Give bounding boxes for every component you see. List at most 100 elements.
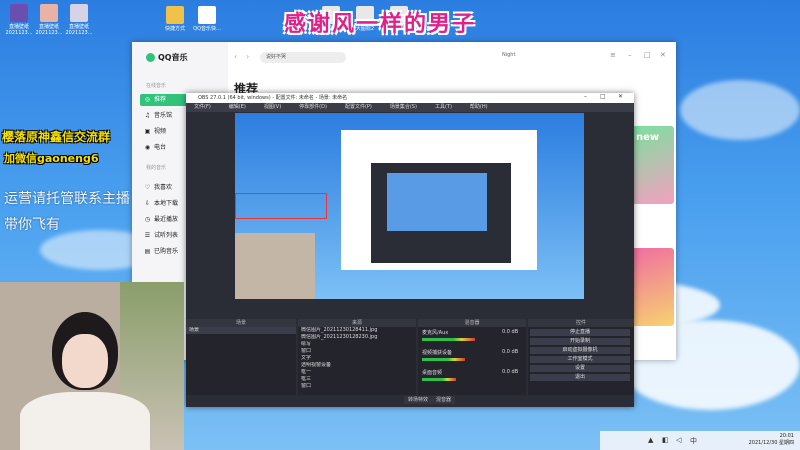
scenes-dock: 场景 [186,327,296,395]
menu-view[interactable]: 视图(V) [264,104,281,110]
cloud [680,80,800,140]
source-item[interactable]: 窗口 [298,348,416,355]
menu-tools[interactable]: 工具(T) [435,104,452,110]
notification-icon[interactable]: ▲ [648,436,653,444]
mixer-dock: 麦克风/Aux 0.0 dB 视频捕获设备 0.0 dB 桌面音频 0.0 dB [418,327,526,395]
purchased-icon: ▤ [144,248,151,255]
menu-profile[interactable]: 配置文件(P) [345,104,372,110]
user-name[interactable]: Night [502,52,515,58]
exit-button[interactable]: 退出 [530,374,630,381]
network-icon[interactable]: ◧ [662,436,669,444]
mixer-dock-title: 混音器 [418,319,526,327]
mixer-meter [422,338,475,341]
person-face [62,334,108,388]
studio-mode-button[interactable]: 工作室模式 [530,356,630,363]
list-icon: ☰ [144,232,151,239]
thanks-banner: 感谢风一样的男子 [284,11,477,37]
clock-time: 20:01 [779,433,794,439]
webcam-feed [0,282,184,450]
wallpaper-icon [10,4,28,22]
obs-window[interactable]: OBS 27.0.1 (64 bit, windows) - 配置文件: 未命名… [186,93,634,407]
mixer-track-db: 0.0 dB [502,329,519,335]
obs-preview[interactable] [235,113,584,299]
desktop-icon[interactable]: 快捷方式 [160,6,190,32]
service-promo-text-2: 带你飞有 [4,217,60,233]
start-recording-button[interactable]: 开始录制 [530,338,630,345]
close-icon[interactable]: ✕ [618,93,623,100]
thumb-label: new [636,132,660,143]
album-thumbnail[interactable]: new [632,126,674,204]
maximize-icon[interactable]: □ [644,51,651,59]
menu-file[interactable]: 文件(F) [194,104,211,110]
source-item[interactable]: 框一 [298,369,416,376]
clock[interactable]: 20:01 2021/12/30 星期四 [749,433,794,447]
scene-item[interactable]: 场景 [186,327,296,334]
source-item[interactable]: 绘写 [298,341,416,348]
heart-icon: ♡ [144,184,151,191]
album-thumbnail[interactable] [632,248,674,326]
service-promo-text: 运营请托管联系主播 [4,191,130,207]
menu-edit[interactable]: 编辑(E) [229,104,246,110]
preview-nested [387,173,487,231]
close-icon[interactable]: ✕ [660,51,666,59]
source-item[interactable]: 透明视窗设备 [298,362,416,369]
tab-transitions[interactable]: 转场特效 [404,396,433,404]
qq-music-logo-icon [146,53,155,62]
mixer-meter [422,358,465,361]
desktop-icon-label: 快捷方式 [164,26,185,32]
obs-menubar: 文件(F) 编辑(E) 视图(V) 停靠部件(D) 配置文件(P) 场景集合(S) 工具(T… [186,103,634,112]
ime-icon[interactable]: 中 [690,436,697,446]
desktop-icon-label: QQ音乐快... [193,26,221,32]
wallpaper-icon [70,4,88,22]
sidebar-section-label: 我的音乐 [146,165,167,171]
virtual-camera-button[interactable]: 启动虚拟摄像机 [530,347,630,354]
source-item[interactable]: 文字 [298,355,416,362]
scenes-dock-title: 场景 [186,319,296,327]
minimize-icon[interactable]: – [584,93,587,100]
sidebar-section-label: 在线音乐 [146,83,167,89]
desktop-icon[interactable]: 直播壁纸 2021123... [4,4,34,36]
controls-dock-title: 控件 [528,319,634,327]
selection-box[interactable] [235,193,327,219]
person-body [20,392,150,450]
desktop-icon[interactable]: 直播壁纸 2021123... [64,4,94,36]
clock-date: 2021/12/30 星期四 [748,440,794,446]
back-arrow-icon[interactable]: ‹ [234,52,237,61]
wallpaper-icon [40,4,58,22]
mixer-track-db: 0.0 dB [502,369,519,375]
wechat-promo-text: 加微信gaoneng6 [4,152,99,165]
menu-help[interactable]: 帮助(H) [470,104,488,110]
source-item[interactable]: 窗口 [298,383,416,390]
volume-icon[interactable]: ◁ [676,436,681,444]
stop-streaming-button[interactable]: 停止直播 [530,329,630,336]
search-input[interactable]: 说好不哭 [260,52,346,63]
obs-titlebar: OBS 27.0.1 (64 bit, windows) - 配置文件: 未命名… [186,93,634,103]
mixer-track-name: 麦克风/Aux [422,330,449,336]
source-item[interactable]: 微信图片_20211230128230.jpg [298,334,416,341]
download-icon: ⇩ [144,200,151,207]
desktop-icon[interactable]: 直播壁纸 2021123... [34,4,64,36]
maximize-icon[interactable]: □ [600,93,606,100]
mixer-track-db: 0.0 dB [502,349,519,355]
forward-arrow-icon[interactable]: › [246,52,249,61]
qq-logo: QQ音乐 [146,52,188,63]
mixer-track-name: 桌面音频 [422,370,443,376]
sources-dock: 微信图片_20211230128411.jpg 微信图片_20211230128… [298,327,416,395]
video-icon: ▣ [144,128,151,135]
desktop-icon-label: 直播壁纸 2021123... [5,24,33,36]
settings-button[interactable]: 设置 [530,365,630,372]
source-item[interactable]: 微信图片_20211230128411.jpg [298,327,416,334]
menu-docks[interactable]: 停靠部件(D) [299,104,327,110]
menu-scene-collection[interactable]: 场景集合(S) [390,104,417,110]
source-item[interactable]: 框三 [298,376,416,383]
file-icon [198,6,216,24]
folder-icon [166,6,184,24]
menu-icon[interactable]: ≡ [610,51,616,59]
system-tray: ▲ ◧ ◁ 中 20:01 2021/12/30 星期四 [600,431,800,450]
minimize-icon[interactable]: – [628,51,632,59]
desktop-icon-label: 直播壁纸 2021123... [35,24,63,36]
mixer-meter [422,378,456,381]
tab-mixer[interactable]: 混音器 [432,396,456,404]
desktop-icon[interactable]: QQ音乐快... [192,6,222,32]
music-icon: ♫ [144,112,151,119]
